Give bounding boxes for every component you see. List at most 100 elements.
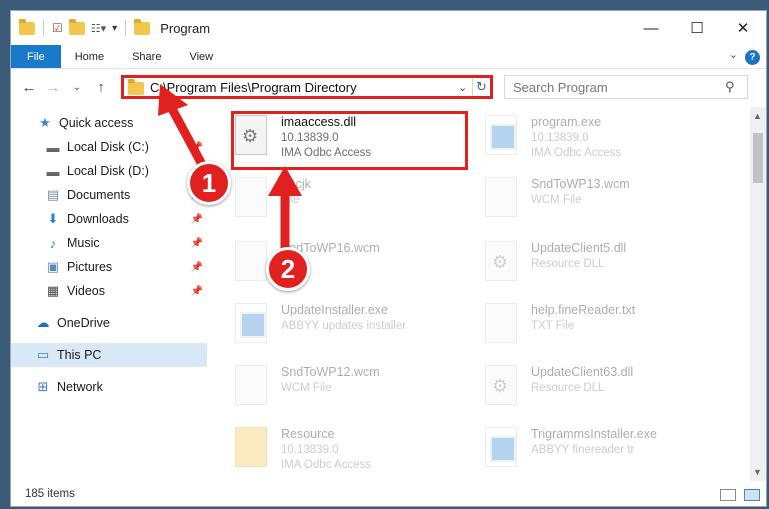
sidebar-item-onedrive[interactable]: ☁ OneDrive [11, 311, 207, 335]
properties-icon[interactable]: ☑ [52, 21, 63, 35]
expand-ribbon-icon[interactable]: ⌄ [729, 48, 738, 61]
videos-icon: ▦ [46, 283, 60, 298]
file-item-updateclient63[interactable]: UpdateClient63.dll Resource DLL [483, 363, 713, 425]
file-item-sndtowp12[interactable]: SndToWP12.wcm WCM File [233, 363, 463, 425]
large-icons-view-icon[interactable] [744, 489, 760, 501]
sidebar-item-pictures[interactable]: ▣ Pictures 📌 [11, 255, 207, 279]
folder-icon [134, 18, 151, 35]
file-item-sndtowp13[interactable]: SndToWP13.wcm WCM File [483, 175, 713, 237]
new-folder-icon[interactable] [68, 18, 85, 35]
drive-icon: ▬ [46, 163, 60, 179]
file-item-updateclient5[interactable]: UpdateClient5.dll Resource DLL [483, 239, 713, 301]
tab-file[interactable]: File [11, 45, 61, 68]
divider [43, 20, 44, 36]
address-dropdown-icon[interactable]: ⌄ [458, 81, 472, 94]
documents-icon: ▤ [46, 187, 60, 202]
drive-icon: ▬ [46, 139, 60, 155]
address-path[interactable]: C:\Program Files\Program Directory [150, 80, 458, 95]
sidebar-item-label: This PC [57, 348, 102, 362]
callout-2: 2 [266, 247, 310, 291]
sidebar-item-videos[interactable]: ▦ Videos 📌 [11, 279, 207, 303]
file-name: UpdateClient63.dll [531, 365, 634, 379]
chevron-down-icon[interactable]: ▾ [112, 23, 117, 34]
network-icon: ⊞ [37, 379, 49, 394]
music-icon: ♪ [49, 235, 57, 251]
file-item-trigrammsinstaller[interactable]: TrigrammsInstaller.exe ABBYY finereader … [483, 425, 713, 487]
search-box[interactable]: Search Program ⚲ [504, 75, 748, 99]
file-name: SndToWP13.wcm [531, 177, 630, 191]
sidebar-item-local-disk-c[interactable]: ▬ Local Disk (C:) 📌 [11, 135, 207, 159]
file-item-program[interactable]: program.exe 10.13839.0 IMA Odbc Access [483, 113, 713, 175]
file-type: Resource DLL [531, 382, 605, 394]
file-name: Resource [281, 427, 335, 441]
sidebar-item-downloads[interactable]: ⬇ Downloads 📌 [11, 207, 207, 231]
folder-file-icon [233, 427, 271, 473]
sidebar-item-this-pc[interactable]: ▭ This PC [11, 343, 207, 367]
file-type: File [281, 194, 300, 206]
tab-home[interactable]: Home [61, 45, 118, 68]
scroll-up-icon[interactable]: ▲ [753, 111, 762, 121]
pin-icon[interactable]: 📌 [191, 286, 203, 297]
search-icon[interactable]: ⚲ [725, 79, 747, 95]
customize-icon[interactable]: ☷▾ [91, 22, 106, 35]
back-button[interactable]: ← [17, 79, 41, 96]
file-icon [233, 365, 271, 411]
ribbon-tabs: File Home Share View ⌄ ? [11, 45, 766, 69]
folder-icon[interactable] [19, 18, 35, 35]
divider [125, 20, 127, 36]
sidebar-item-label: Videos [67, 284, 105, 298]
pin-icon[interactable]: 📌 [191, 214, 203, 225]
scroll-down-icon[interactable]: ▼ [753, 467, 762, 477]
sidebar-item-local-disk-d[interactable]: ▬ Local Disk (D:) 📌 [11, 159, 207, 183]
recent-locations-button[interactable]: ⌄ [65, 82, 89, 93]
search-input[interactable]: Search Program [513, 80, 725, 95]
up-button[interactable]: ↑ [89, 79, 113, 96]
pin-icon[interactable]: 📌 [191, 262, 203, 273]
forward-button[interactable]: → [41, 79, 65, 96]
tab-view[interactable]: View [175, 45, 227, 68]
file-version: 10.13839.0 [281, 444, 339, 456]
file-item-resource[interactable]: Resource 10.13839.0 IMA Odbc Access [233, 425, 463, 487]
sidebar-item-documents[interactable]: ▤ Documents 📌 [11, 183, 207, 207]
file-icon [483, 177, 521, 223]
file-icon [233, 241, 271, 287]
sidebar-item-network[interactable]: ⊞ Network [11, 375, 207, 399]
details-view-icon[interactable] [720, 489, 736, 501]
explorer-window: ☑ ☷▾ ▾ Program — ☐ ✕ File Home Share Vie… [10, 10, 767, 507]
scrollbar-thumb[interactable] [753, 133, 763, 183]
address-bar[interactable]: C:\Program Files\Program Directory ⌄ ↻ [121, 75, 493, 99]
computer-icon: ▭ [36, 347, 50, 362]
sidebar-item-label: OneDrive [57, 316, 110, 330]
help-icon[interactable]: ? [745, 50, 760, 65]
refresh-icon[interactable]: ↻ [472, 78, 490, 96]
sidebar-item-label: Quick access [59, 116, 134, 130]
sidebar-item-music[interactable]: ♪ Music 📌 [11, 231, 207, 255]
sidebar-item-quick-access[interactable]: ★ Quick access [11, 111, 207, 135]
minimize-button[interactable]: — [628, 11, 674, 45]
file-item-help-finereader[interactable]: help.fineReader.txt TXT File [483, 301, 713, 363]
navigation-pane: ★ Quick access ▬ Local Disk (C:) 📌 ▬ Loc… [11, 111, 207, 471]
tab-share[interactable]: Share [118, 45, 175, 68]
status-bar: 185 items [11, 482, 766, 506]
navigation-bar: ← → ⌄ ↑ C:\Program Files\Program Directo… [11, 73, 766, 101]
sidebar-item-label: Local Disk (D:) [67, 164, 149, 178]
file-item-updateinstaller[interactable]: UpdateInstaller.exe ABBYY updates instal… [233, 301, 463, 363]
file-name: program.exe [531, 115, 602, 129]
exe-file-icon [483, 427, 521, 473]
file-type: WCM File [531, 194, 582, 206]
text-file-icon [483, 303, 521, 349]
file-item-rd[interactable]: rd.cjk File [233, 175, 463, 237]
close-button[interactable]: ✕ [720, 11, 766, 45]
file-name: UpdateInstaller.exe [281, 303, 389, 317]
maximize-button[interactable]: ☐ [674, 11, 720, 45]
file-description: IMA Odbc Access [531, 147, 622, 159]
exe-file-icon [233, 303, 271, 349]
pin-icon[interactable]: 📌 [191, 142, 203, 153]
vertical-scrollbar[interactable]: ▲ ▼ [750, 107, 766, 481]
window-title: Program [160, 20, 211, 36]
file-description: ABBYY updates installer [281, 320, 407, 332]
sidebar-item-label: Pictures [67, 260, 113, 274]
file-name: help.fineReader.txt [531, 303, 636, 317]
pin-icon[interactable]: 📌 [191, 238, 203, 249]
file-name: UpdateClient5.dll [531, 241, 627, 255]
